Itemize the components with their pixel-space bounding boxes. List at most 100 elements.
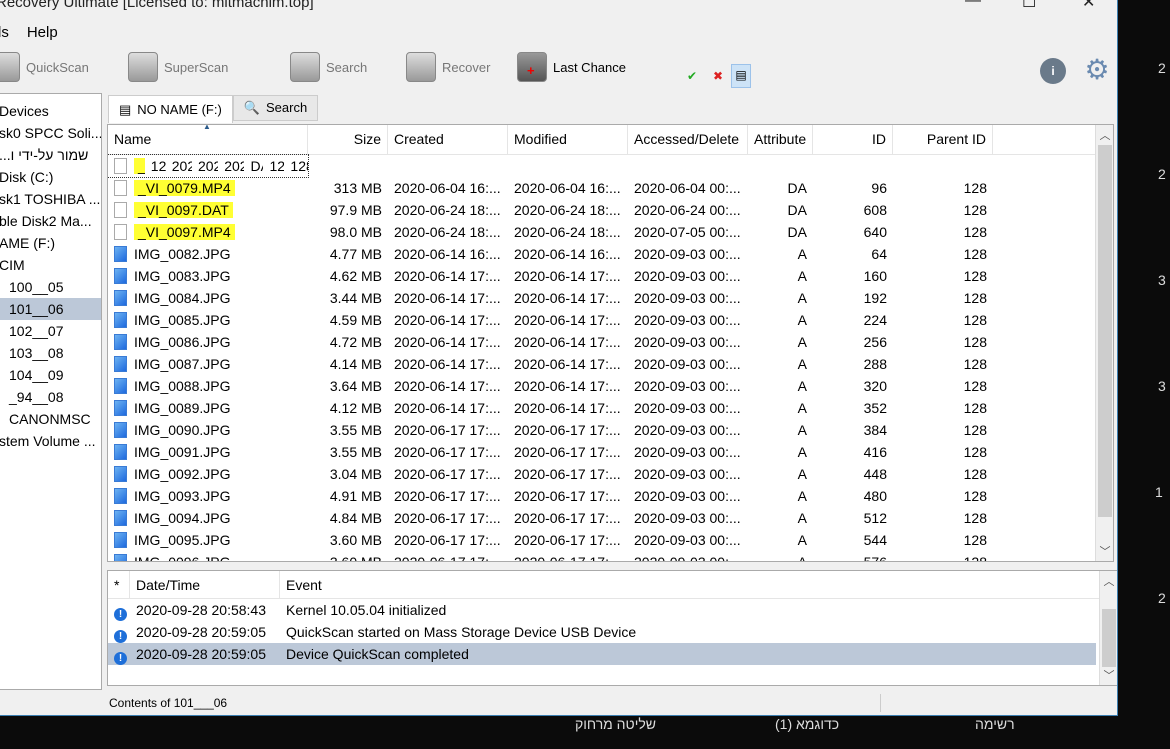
table-row[interactable]: _VI_0097.DAT 97.9 MB 2020-06-24 18:... 2020…	[108, 199, 1113, 221]
search-button[interactable]: Search	[290, 52, 367, 82]
cell-created: 2020-06-17 17:...	[394, 422, 501, 438]
cell-size: 98.0 MB	[329, 224, 382, 240]
table-row[interactable]: IMG_0094.JPG 4.84 MB 2020-06-17 17:... 2020…	[108, 507, 1113, 529]
file-list-scrollbar[interactable]: ︿ ﹀	[1095, 125, 1113, 561]
cell-modified: 2020-06-04 16:...	[514, 180, 621, 196]
tree-item[interactable]: 100__05	[0, 276, 101, 298]
recover-button[interactable]: Recover	[406, 52, 490, 82]
column-header[interactable]: Created	[388, 125, 508, 154]
cell-size: 4.72 MB	[329, 334, 382, 350]
table-row[interactable]: IMG_0088.JPG 3.64 MB 2020-06-14 17:... 2020…	[108, 375, 1113, 397]
tree-item[interactable]: 103__08	[0, 342, 101, 364]
tree-item[interactable]: AME (F:)	[0, 232, 101, 254]
table-row[interactable]: IMG_0092.JPG 3.04 MB 2020-06-17 17:... 2020…	[108, 463, 1113, 485]
table-row[interactable]: _VI_0079.MP4 313 MB 2020-06-04 16:... 2020-…	[108, 177, 1113, 199]
tree-item[interactable]: 101__06	[0, 298, 101, 320]
tree-item[interactable]: stem Volume ...	[0, 430, 101, 452]
log-column-header[interactable]: Event	[280, 571, 1100, 598]
superscan-button[interactable]: SuperScan	[128, 52, 228, 82]
close-button[interactable]: ✕	[1082, 0, 1095, 12]
cell-id: 512	[863, 510, 887, 526]
maximize-button[interactable]: ☐	[1022, 0, 1036, 12]
log-row[interactable]: ! 2020-09-28 20:59:05 QuickScan started on…	[108, 621, 1096, 643]
cell-id: 544	[863, 532, 887, 548]
table-row[interactable]: IMG_0082.JPG 4.77 MB 2020-06-14 16:... 2020…	[108, 243, 1113, 265]
file-error-icon[interactable]: ✖	[708, 66, 728, 86]
cell-created: 2020-06-14 17:...	[394, 400, 501, 416]
table-row[interactable]: IMG_0093.JPG 4.91 MB 2020-06-17 17:... 2020…	[108, 485, 1113, 507]
tree-item[interactable]: CIM	[0, 254, 101, 276]
cell-parent-id: 128	[963, 488, 987, 504]
log-row[interactable]: ! 2020-09-28 20:58:43 Kernel 10.05.04 init…	[108, 599, 1096, 621]
tree-item[interactable]: CANONMSC	[0, 408, 101, 430]
cell-modified: 2020-06-14 17:...	[514, 290, 621, 306]
table-row[interactable]: _VI_0078.MP4 121 MB 2020-06-01 16:... 2020-…	[108, 154, 309, 178]
table-row[interactable]: IMG_0085.JPG 4.59 MB 2020-06-14 17:... 2020…	[108, 309, 1113, 331]
cell-size: 4.91 MB	[329, 488, 382, 504]
tree-item[interactable]: _94__08	[0, 386, 101, 408]
taskbar-item-example[interactable]: (1) כדוגמא	[775, 716, 839, 732]
tree-item[interactable]: 102__07	[0, 320, 101, 342]
cell-accessed-delete: 2020-09-03 00:...	[634, 356, 741, 372]
log-column-header[interactable]: Date/Time	[130, 571, 280, 598]
quickscan-label: QuickScan	[26, 59, 89, 75]
search-binoculars-icon: 🔍	[243, 100, 260, 115]
toolbar: QuickScan SuperScan Search Recover + Last…	[0, 48, 1117, 92]
tree-item[interactable]: ...שמור על-ידי ו	[0, 144, 101, 166]
table-row[interactable]: IMG_0091.JPG 3.55 MB 2020-06-17 17:... 2020…	[108, 441, 1113, 463]
minimize-button[interactable]: —	[965, 0, 981, 10]
cell-id: 416	[863, 444, 887, 460]
log-scrollbar[interactable]: ︿ ﹀	[1099, 571, 1117, 685]
table-row[interactable]: IMG_0095.JPG 3.60 MB 2020-06-17 17:... 2020…	[108, 529, 1113, 551]
file-name: _VI_0097.MP4	[134, 224, 235, 240]
tab-search[interactable]: 🔍 Search	[232, 95, 319, 121]
column-header[interactable]: Size	[308, 125, 388, 154]
tree-item[interactable]: sk0 SPCC Soli...	[0, 122, 101, 144]
menu-tools[interactable]: ls	[0, 24, 9, 41]
table-row[interactable]: IMG_0090.JPG 3.55 MB 2020-06-17 17:... 2020…	[108, 419, 1113, 441]
file-all-icon[interactable]: ▤	[731, 64, 751, 88]
table-row[interactable]: IMG_0096.JPG 3.60 MB 2020-06-17 17:... 2020…	[108, 551, 1113, 562]
column-header[interactable]: ID	[813, 125, 893, 154]
taskbar-item-list[interactable]: רשימה	[975, 716, 1015, 732]
column-header[interactable]: Parent ID	[893, 125, 993, 154]
tree-item[interactable]: ble Disk2 Ma...	[0, 210, 101, 232]
last-chance-button[interactable]: + Last Chance	[517, 52, 626, 82]
table-row[interactable]: IMG_0084.JPG 3.44 MB 2020-06-14 17:... 2020…	[108, 287, 1113, 309]
cell-created: 2020-06-14 17:...	[394, 312, 501, 328]
device-tree[interactable]: Devices sk0 SPCC Soli... ...שמור על-ידי וD…	[0, 93, 102, 690]
log-row[interactable]: ! 2020-09-28 20:59:05 Device QuickScan com…	[108, 643, 1096, 665]
cell-parent-id: 128	[963, 378, 987, 394]
file-ok-icon[interactable]: ✔	[682, 66, 702, 86]
cell-size: 3.55 MB	[329, 444, 382, 460]
cell-attribute: A	[797, 532, 807, 548]
table-row[interactable]: IMG_0083.JPG 4.62 MB 2020-06-14 17:... 2020…	[108, 265, 1113, 287]
column-header[interactable]: Modified	[508, 125, 628, 154]
cell-id: 192	[863, 290, 887, 306]
tab-no-name-f[interactable]: ▤ NO NAME (F:)	[108, 95, 233, 123]
cell-modified: 2020-06-17 17:...	[514, 422, 621, 438]
menu-help[interactable]: Help	[27, 24, 58, 41]
table-row[interactable]: _VI_0097.MP4 98.0 MB 2020-06-24 18:... 2020…	[108, 221, 1113, 243]
column-header[interactable]: Accessed/Delete	[628, 125, 748, 154]
quickscan-button[interactable]: QuickScan	[0, 52, 89, 82]
column-header[interactable]: Attribute	[748, 125, 813, 154]
cell-size: 97.9 MB	[329, 202, 382, 218]
cell-modified: 2020-06-17 17:...	[514, 554, 621, 562]
taskbar-item-remote[interactable]: שליטה מרחוק	[575, 716, 656, 732]
table-row[interactable]: IMG_0087.JPG 4.14 MB 2020-06-14 17:... 2020…	[108, 353, 1113, 375]
tree-item[interactable]: 104__09	[0, 364, 101, 386]
info-icon[interactable]: i	[1040, 58, 1066, 84]
table-row[interactable]: IMG_0086.JPG 4.72 MB 2020-06-14 17:... 2020…	[108, 331, 1113, 353]
tree-item[interactable]: Disk (C:)	[0, 166, 101, 188]
log-column-header[interactable]: *	[108, 571, 130, 598]
cell-accessed-delete: 2020-09-03 00:...	[634, 532, 741, 548]
cell-created: 2020-06-17 17:...	[394, 532, 501, 548]
table-row[interactable]: IMG_0089.JPG 4.12 MB 2020-06-14 17:... 2020…	[108, 397, 1113, 419]
cell-parent-id: 128	[290, 158, 308, 174]
settings-gear-icon[interactable]: ⚙	[1083, 56, 1111, 84]
column-header[interactable]: Name ▲	[108, 125, 308, 154]
cell-accessed-delete: 2020-09-03 00:...	[634, 378, 741, 394]
cell-created: 2020-06-14 17:...	[394, 290, 501, 306]
tree-item[interactable]: sk1 TOSHIBA ...	[0, 188, 101, 210]
